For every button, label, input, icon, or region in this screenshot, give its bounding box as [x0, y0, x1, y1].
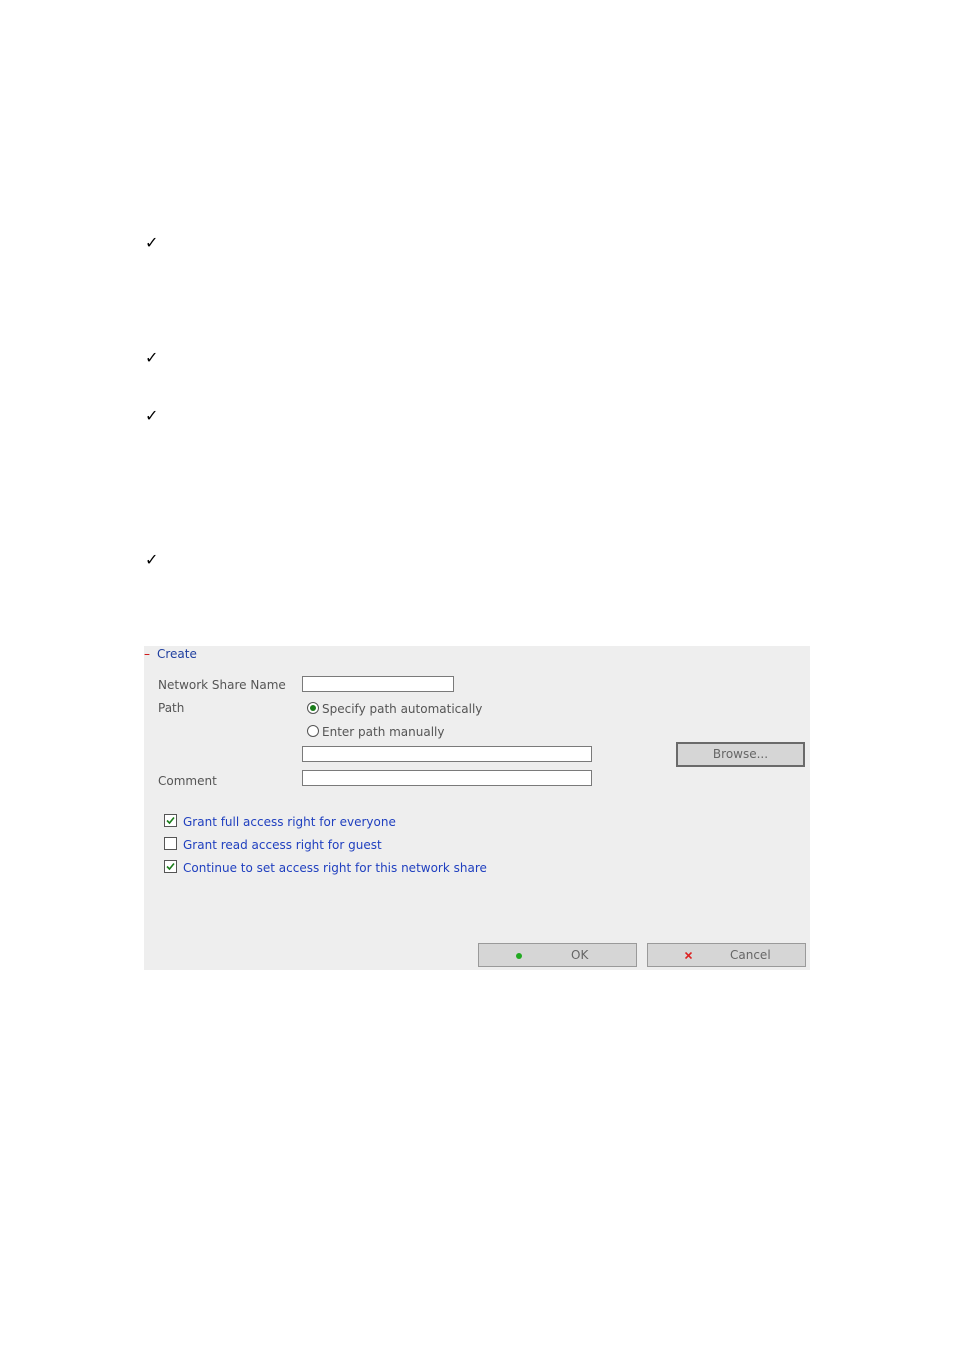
collapse-icon[interactable]: –: [144, 646, 150, 662]
red-x-icon: [685, 952, 692, 959]
green-dot-icon: [516, 953, 522, 959]
checkmark-icon: [166, 816, 175, 825]
grant-full-access-checkbox[interactable]: [164, 814, 177, 827]
path-label: Path: [158, 701, 185, 715]
checkmark-icon: [166, 862, 175, 871]
browse-button[interactable]: Browse...: [676, 742, 805, 767]
share-name-input[interactable]: [302, 676, 454, 692]
comment-input[interactable]: [302, 770, 592, 786]
share-name-label: Network Share Name: [158, 678, 286, 692]
checkmark-bullet-icon: ✓: [145, 233, 159, 252]
path-manual-radio[interactable]: [307, 725, 319, 737]
cancel-button[interactable]: Cancel: [647, 943, 806, 967]
ok-button-label: OK: [571, 948, 589, 962]
grant-read-guest-label[interactable]: Grant read access right for guest: [183, 837, 382, 853]
ok-button[interactable]: OK: [478, 943, 637, 967]
continue-access-right-label[interactable]: Continue to set access right for this ne…: [183, 860, 487, 876]
comment-label: Comment: [158, 774, 217, 788]
path-auto-radio[interactable]: [307, 702, 319, 714]
cancel-button-label: Cancel: [730, 948, 771, 962]
grant-read-guest-checkbox[interactable]: [164, 837, 177, 850]
create-share-panel: – Create Network Share Name Path Specify…: [144, 646, 810, 970]
continue-access-right-checkbox[interactable]: [164, 860, 177, 873]
checkmark-bullet-icon: ✓: [145, 550, 159, 569]
checkmark-bullet-icon: ✓: [145, 348, 159, 367]
checkmark-bullet-icon: ✓: [145, 406, 159, 425]
path-input[interactable]: [302, 746, 592, 762]
path-manual-label: Enter path manually: [322, 725, 445, 739]
path-auto-label: Specify path automatically: [322, 702, 483, 716]
panel-title[interactable]: Create: [157, 646, 197, 662]
grant-full-access-label[interactable]: Grant full access right for everyone: [183, 814, 396, 830]
